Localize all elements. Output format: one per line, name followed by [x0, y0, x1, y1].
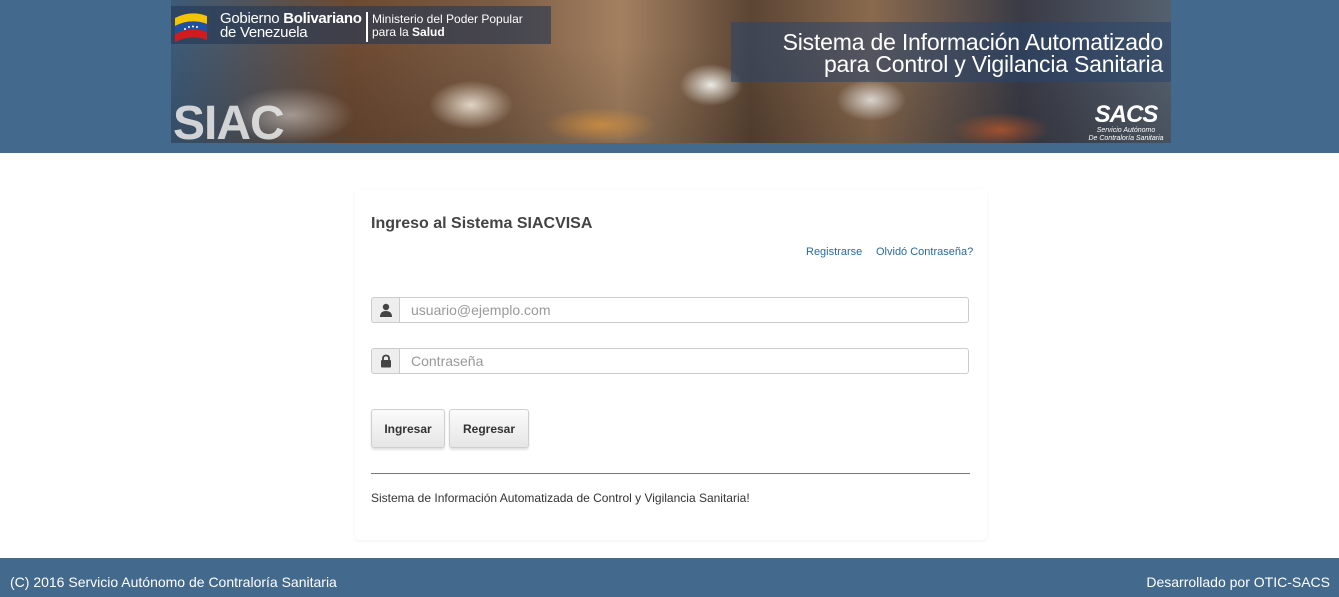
password-input[interactable]: [399, 348, 969, 374]
header-divider: [366, 12, 368, 42]
password-input-group: [371, 348, 969, 374]
email-input[interactable]: [399, 297, 969, 323]
forgot-password-link[interactable]: Olvidó Contraseña?: [876, 246, 973, 258]
tagline: Sistema de Información Automatizada de C…: [371, 491, 750, 505]
divider: [371, 473, 970, 474]
footer-developer: Desarrollado por OTIC-SACS: [1146, 574, 1330, 590]
venezuela-flag-icon: [175, 13, 207, 42]
header-banner: Gobierno Bolivariano de Venezuela Minist…: [171, 0, 1171, 153]
submit-button[interactable]: Ingresar: [371, 409, 445, 448]
footer: (C) 2016 Servicio Autónomo de Contralorí…: [0, 558, 1339, 597]
user-icon: [371, 297, 399, 323]
page-title: Ingreso al Sistema SIACVISA: [371, 215, 593, 232]
email-input-group: [371, 297, 969, 323]
lock-icon: [371, 348, 399, 374]
government-label: Gobierno Bolivariano de Venezuela: [220, 10, 362, 41]
register-link[interactable]: Registrarse: [806, 246, 862, 258]
banner-bottom-edge: [171, 143, 1171, 153]
back-button[interactable]: Regresar: [449, 409, 529, 448]
sacs-logo: SACS Servicio Autónomo De Contraloría Sa…: [1088, 101, 1164, 143]
system-title: Sistema de Información Automatizado para…: [782, 29, 1164, 77]
ministry-label: Ministerio del Poder Popular para la Sal…: [372, 12, 523, 39]
footer-copyright: (C) 2016 Servicio Autónomo de Contralorí…: [10, 574, 337, 590]
